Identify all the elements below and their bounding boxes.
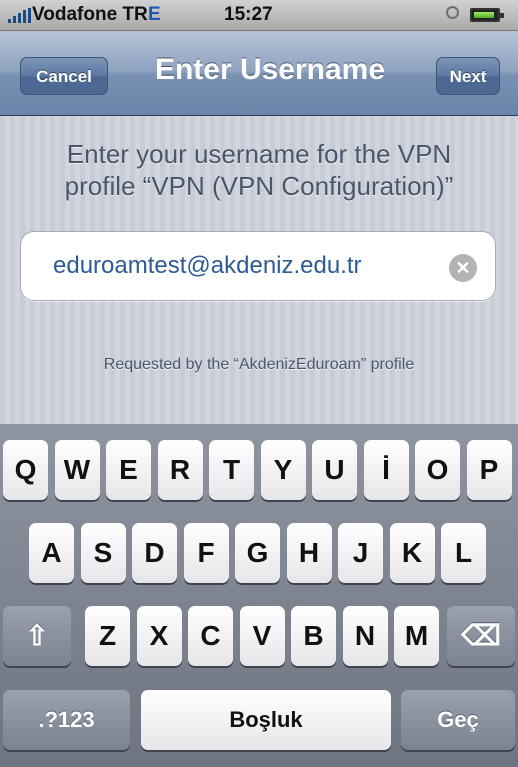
requested-by-note: Requested by the “AkdenizEduroam” profil… bbox=[103, 356, 415, 373]
key-h[interactable]: H bbox=[286, 523, 332, 583]
key-s[interactable]: S bbox=[80, 523, 126, 583]
key-t[interactable]: T bbox=[209, 440, 254, 500]
shift-key[interactable]: ⇧ bbox=[3, 606, 71, 666]
key-x[interactable]: X bbox=[136, 606, 182, 666]
key-d[interactable]: D bbox=[132, 523, 177, 583]
numbers-key[interactable]: .?123 bbox=[3, 690, 130, 750]
keyboard: Q W E R T Y U İ O P A S D F G H J K L ⇧ Z X C V B N M ⌫ .?123 Boşluk G… bbox=[0, 424, 518, 767]
key-v[interactable]: V bbox=[239, 606, 285, 666]
space-key[interactable]: Boşluk bbox=[141, 690, 391, 750]
key-m[interactable]: M bbox=[394, 606, 439, 666]
key-e[interactable]: E bbox=[106, 440, 151, 500]
key-u[interactable]: U bbox=[312, 440, 357, 500]
key-j[interactable]: J bbox=[338, 523, 383, 583]
key-a[interactable]: A bbox=[29, 523, 74, 583]
network-type-indicator: E bbox=[148, 4, 161, 25]
key-q[interactable]: Q bbox=[3, 440, 48, 500]
page-title: Enter Username bbox=[154, 53, 386, 86]
clear-text-icon[interactable]: ✕ bbox=[449, 254, 477, 282]
status-bar: Vodafone TR E 15:27 bbox=[0, 0, 518, 31]
key-p[interactable]: P bbox=[466, 440, 512, 500]
carrier-name: Vodafone TR bbox=[32, 4, 148, 25]
shift-arrow-icon: ⇧ bbox=[25, 620, 49, 651]
prompt-text: Enter your username for the VPN profile … bbox=[24, 138, 494, 202]
key-z[interactable]: Z bbox=[85, 606, 130, 666]
key-n[interactable]: N bbox=[342, 606, 388, 666]
username-form: Enter your username for the VPN profile … bbox=[0, 116, 518, 424]
key-w[interactable]: W bbox=[54, 440, 100, 500]
key-y[interactable]: Y bbox=[260, 440, 306, 500]
next-button[interactable]: Next bbox=[436, 57, 500, 95]
key-i̇[interactable]: İ bbox=[363, 440, 409, 500]
key-g[interactable]: G bbox=[235, 523, 280, 583]
delete-key[interactable]: ⌫ bbox=[447, 606, 515, 666]
signal-strength-icon bbox=[8, 8, 31, 23]
navigation-bar: Cancel Enter Username Next bbox=[0, 31, 518, 116]
key-k[interactable]: K bbox=[389, 523, 435, 583]
key-f[interactable]: F bbox=[183, 523, 229, 583]
battery-icon bbox=[470, 8, 504, 22]
prompt-line-2: profile “VPN (VPN Configuration)” bbox=[64, 171, 454, 201]
backspace-icon: ⌫ bbox=[461, 620, 501, 651]
username-value[interactable]: eduroamtest@akdeniz.edu.tr bbox=[53, 252, 362, 280]
prompt-line-1: Enter your username for the VPN bbox=[66, 139, 452, 169]
key-c[interactable]: C bbox=[188, 606, 233, 666]
status-time: 15:27 bbox=[224, 4, 273, 25]
username-field[interactable]: eduroamtest@akdeniz.edu.tr ✕ bbox=[20, 231, 496, 301]
key-o[interactable]: O bbox=[415, 440, 460, 500]
key-b[interactable]: B bbox=[291, 606, 336, 666]
alarm-icon bbox=[446, 6, 459, 19]
key-r[interactable]: R bbox=[157, 440, 203, 500]
cancel-button[interactable]: Cancel bbox=[20, 57, 108, 95]
key-l[interactable]: L bbox=[441, 523, 486, 583]
return-key[interactable]: Geç bbox=[401, 690, 515, 750]
